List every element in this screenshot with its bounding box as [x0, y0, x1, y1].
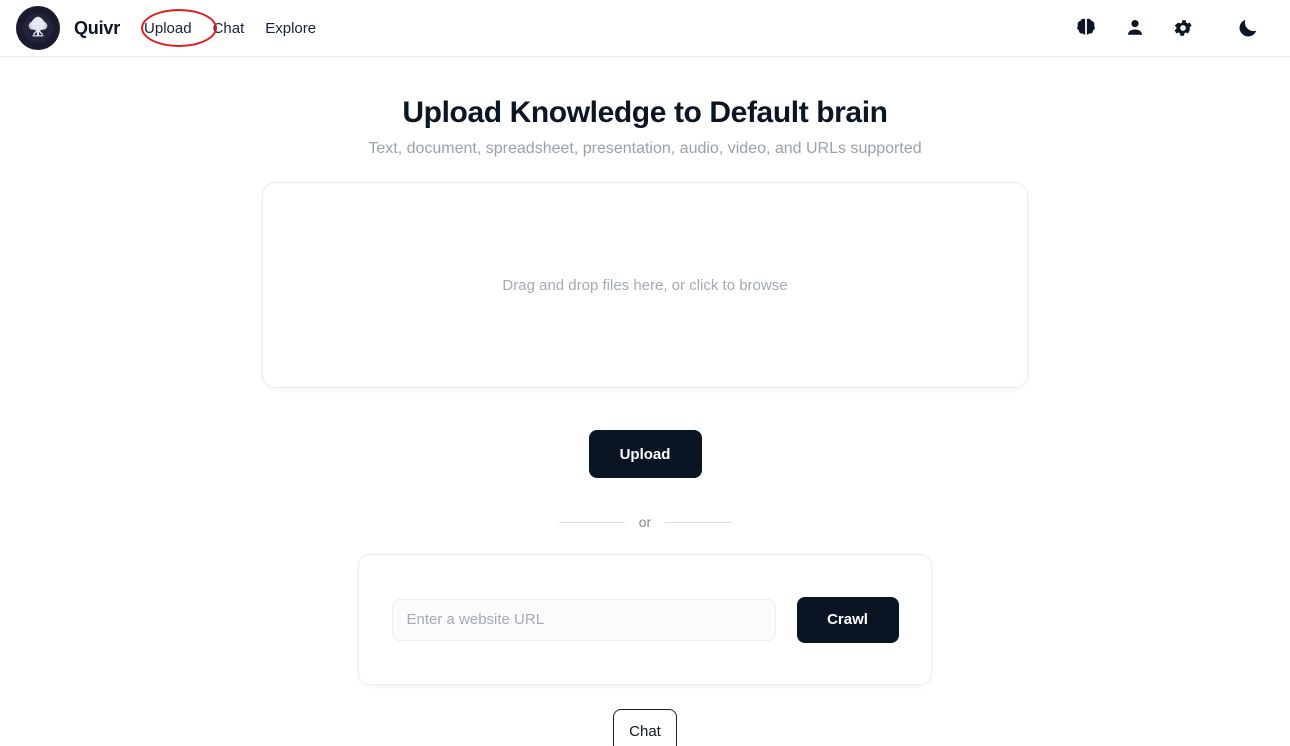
brand-group[interactable]: Quivr [16, 6, 120, 50]
main-content: Upload Knowledge to Default brain Text, … [0, 57, 1290, 746]
divider-line-left [558, 521, 625, 523]
nav-link-chat[interactable]: Chat [213, 21, 245, 36]
dropzone-label: Drag and drop files here, or click to br… [502, 276, 788, 294]
page-title: Upload Knowledge to Default brain [402, 96, 888, 129]
file-dropzone[interactable]: Drag and drop files here, or click to br… [262, 182, 1028, 388]
page-subtitle: Text, document, spreadsheet, presentatio… [368, 140, 922, 157]
main-nav: Upload Chat Explore [144, 21, 316, 36]
person-icon[interactable] [1124, 17, 1146, 39]
crawl-button[interactable]: Crawl [796, 596, 899, 643]
gear-icon[interactable] [1172, 17, 1194, 39]
nav-link-explore[interactable]: Explore [265, 21, 316, 36]
divider-line-right [665, 521, 732, 523]
or-divider: or [558, 514, 732, 530]
brain-icon[interactable] [1074, 16, 1098, 40]
moon-icon[interactable] [1236, 16, 1260, 40]
app-header: Quivr Upload Chat Explore [0, 0, 1290, 57]
header-icon-group [1074, 16, 1266, 40]
crawl-url-card: Crawl [358, 554, 932, 685]
chat-button[interactable]: Chat [613, 709, 677, 746]
upload-button[interactable]: Upload [588, 430, 702, 478]
or-label: or [638, 514, 652, 530]
brand-name[interactable]: Quivr [74, 18, 120, 39]
website-url-input[interactable] [391, 598, 776, 641]
quivr-tree-logo-icon[interactable] [16, 6, 60, 50]
nav-link-upload[interactable]: Upload [144, 21, 192, 36]
